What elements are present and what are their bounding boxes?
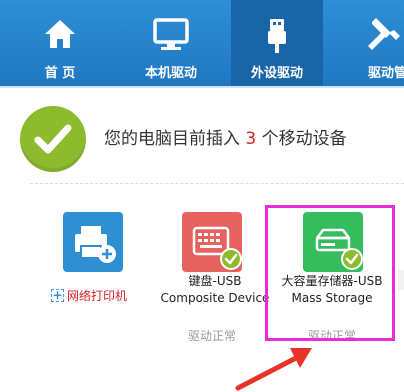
home-icon	[45, 20, 75, 48]
printer-icon	[75, 226, 116, 263]
add-icon: +	[51, 287, 64, 302]
add-network-printer-label: 网络打印机	[67, 288, 128, 303]
device-tile-keyboard[interactable]	[182, 212, 242, 272]
nav-tab-local-drivers[interactable]: 本机驱动	[126, 0, 216, 86]
device-tile-printer[interactable]	[63, 212, 123, 272]
divider	[30, 183, 404, 184]
device-name-line1: 键盘-USB	[188, 274, 242, 288]
nav-tab-local-drivers-label: 本机驱动	[144, 66, 197, 81]
nav-tab-peripheral-drivers[interactable]: 外设驱动	[231, 0, 323, 86]
driver-ok-check-icon	[220, 248, 242, 270]
nav-tab-home-label: 首 页	[44, 66, 76, 81]
device-name-keyboard: 键盘-USB Composite Device	[155, 273, 275, 307]
status-suffix: 个移动设备	[261, 129, 347, 149]
top-nav-bar: 首 页 本机驱动 外设驱动 驱动管	[0, 0, 404, 88]
nav-tab-driver-manage-label: 驱动管	[368, 66, 404, 81]
nav-tab-peripheral-drivers-label: 外设驱动	[250, 66, 303, 81]
device-count-status: 您的电脑目前插入 3 个移动设备	[104, 124, 347, 149]
nav-tab-driver-manage[interactable]: 驱动管	[352, 0, 404, 86]
add-network-printer-link[interactable]: + 网络打印机	[51, 287, 127, 303]
device-name-line2: Composite Device	[160, 291, 270, 305]
success-check-icon	[20, 106, 86, 172]
usb-icon	[268, 19, 286, 53]
nav-tab-home[interactable]: 首 页	[15, 0, 105, 86]
annotation-arrow	[235, 348, 312, 391]
wrench-icon	[368, 18, 400, 50]
status-prefix: 您的电脑目前插入	[104, 129, 240, 149]
monitor-icon	[153, 18, 189, 50]
device-count: 3	[245, 129, 257, 149]
next-device-tile-partial	[398, 270, 404, 290]
highlight-box	[265, 205, 395, 341]
